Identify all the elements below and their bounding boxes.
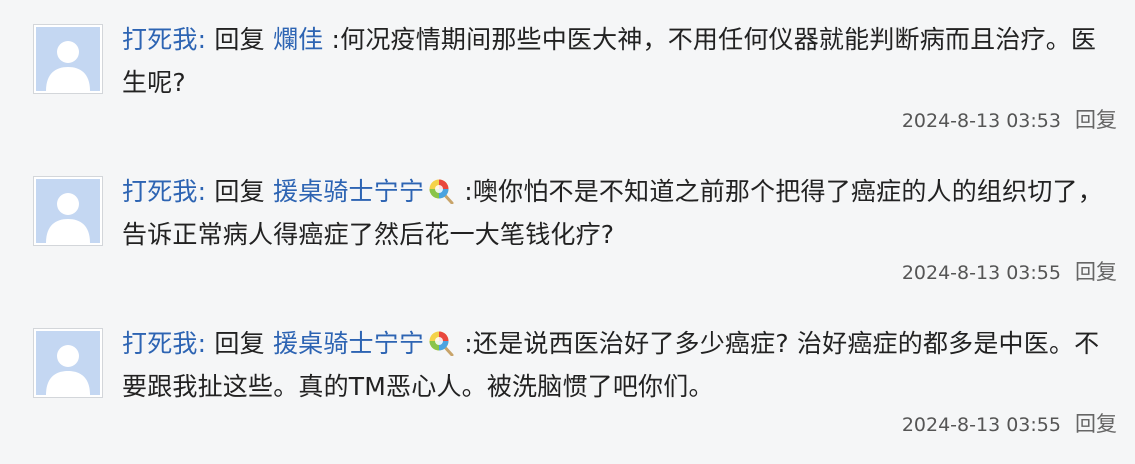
author-link[interactable]: 打死我: [122,329,206,358]
reply-meta: 2024-8-13 03:55 回复 [902,408,1117,438]
reply-button[interactable]: 回复 [1075,108,1117,132]
reply-item: 打死我: 回复 爛佳 :何况疫情期间那些中医大神，不用任何仪器就能判断病而且治疗… [0,0,1135,151]
lollipop-icon [428,174,454,205]
timestamp: 2024-8-13 03:55 [901,414,1061,436]
reply-meta: 2024-8-13 03:55 回复 [902,256,1117,286]
avatar[interactable] [33,24,103,94]
avatar[interactable] [33,328,103,398]
reply-text: :还是说西医治好了多少癌症? 治好癌症的都多是中医。不要跟我扯这些。真的TM恶心… [122,329,1100,401]
reply-content: 打死我: 回复 援桌骑士宁宁 :噢你怕不是不知道之前那个把得了癌症的人的组织切了… [122,170,1117,256]
reply-text: :噢你怕不是不知道之前那个把得了癌症的人的组织切了，告诉正常病人得癌症了然后花一… [122,177,1103,249]
reply-content: 打死我: 回复 爛佳 :何况疫情期间那些中医大神，不用任何仪器就能判断病而且治疗… [122,18,1117,104]
author-link[interactable]: 打死我: [122,25,206,54]
timestamp: 2024-8-13 03:53 [901,110,1061,132]
reply-content: 打死我: 回复 援桌骑士宁宁 :还是说西医治好了多少癌症? 治好癌症的都多是中医… [122,322,1117,408]
reply-target-link[interactable]: 援桌骑士宁宁 [273,329,424,358]
reply-meta: 2024-8-13 03:53 回复 [902,104,1117,134]
lollipop-icon [428,326,454,357]
reply-word: 回复 [214,25,265,54]
timestamp: 2024-8-13 03:55 [901,262,1061,284]
default-avatar-icon [36,331,100,395]
default-avatar-icon [36,179,100,243]
reply-item: 打死我: 回复 援桌骑士宁宁 :还是说西医治好了多少癌症? 治好癌症的都多是中医… [0,304,1135,455]
reply-target-link[interactable]: 援桌骑士宁宁 [273,177,424,206]
reply-word: 回复 [214,329,265,358]
reply-button[interactable]: 回复 [1075,412,1117,436]
default-avatar-icon [36,27,100,91]
reply-button[interactable]: 回复 [1075,260,1117,284]
reply-item: 打死我: 回复 援桌骑士宁宁 :噢你怕不是不知道之前那个把得了癌症的人的组织切了… [0,152,1135,303]
author-link[interactable]: 打死我: [122,177,206,206]
reply-target-link[interactable]: 爛佳 [273,25,323,54]
avatar[interactable] [33,176,103,246]
reply-word: 回复 [214,177,265,206]
reply-text: :何况疫情期间那些中医大神，不用任何仪器就能判断病而且治疗。医生呢? [122,25,1097,97]
